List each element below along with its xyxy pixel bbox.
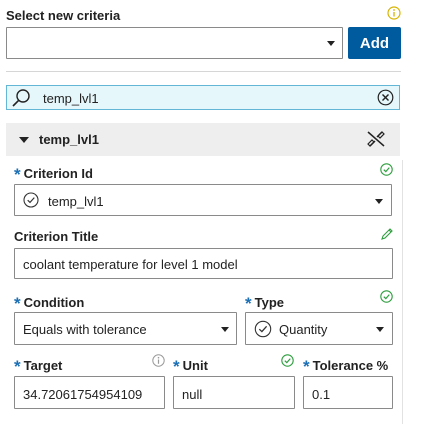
required-asterisk: *: [14, 294, 21, 313]
condition-select[interactable]: Equals with tolerance: [14, 312, 237, 345]
criterion-id-select[interactable]: temp_lvl1: [14, 184, 392, 216]
tolerance-value: 0.1: [312, 387, 331, 402]
divider: [6, 71, 401, 72]
criterion-id-value: temp_lvl1: [48, 194, 104, 209]
triangle-down-icon[interactable]: [19, 137, 29, 143]
chevron-down-icon: [327, 41, 335, 46]
disconnect-icon[interactable]: [366, 130, 386, 148]
section-title: temp_lvl1: [39, 132, 99, 147]
required-asterisk: *: [245, 294, 252, 313]
chevron-down-icon: [221, 327, 229, 332]
unit-value: null: [182, 387, 203, 402]
type-label: * Type: [245, 294, 285, 313]
pencil-icon[interactable]: [380, 227, 394, 241]
condition-label: * Condition: [14, 294, 85, 313]
criterion-title-value: coolant temperature for level 1 model: [23, 257, 238, 272]
tolerance-label: * Tolerance %: [303, 357, 389, 376]
unit-input[interactable]: null: [173, 376, 295, 409]
condition-value: Equals with tolerance: [23, 322, 147, 337]
check-circle-icon: [254, 320, 272, 338]
scrollbar-track[interactable]: [402, 160, 403, 424]
search-icon: [12, 89, 30, 107]
add-button[interactable]: Add: [348, 27, 401, 59]
criterion-title-input[interactable]: coolant temperature for level 1 model: [14, 248, 393, 279]
required-asterisk: *: [14, 165, 21, 184]
criteria-select[interactable]: [6, 27, 343, 59]
check-circle-icon: [380, 290, 393, 303]
check-circle-icon: [380, 163, 393, 176]
criterion-title-label: Criterion Title: [14, 229, 99, 244]
tolerance-input[interactable]: 0.1: [303, 376, 393, 409]
info-icon[interactable]: [152, 354, 165, 367]
type-value: Quantity: [279, 322, 328, 337]
unit-label: * Unit: [173, 357, 208, 376]
clear-circle-icon[interactable]: [377, 89, 394, 106]
required-asterisk: *: [173, 357, 180, 376]
search-bar[interactable]: temp_lvl1: [6, 85, 400, 110]
type-select[interactable]: Quantity: [245, 312, 393, 345]
chevron-down-icon: [376, 327, 384, 332]
required-asterisk: *: [303, 357, 310, 376]
target-label: * Target: [14, 357, 63, 376]
check-circle-icon: [23, 192, 39, 208]
target-value: 34.72061754954109: [23, 387, 143, 402]
section-header[interactable]: temp_lvl1: [6, 123, 400, 156]
target-input[interactable]: 34.72061754954109: [14, 376, 165, 409]
chevron-down-icon: [375, 199, 383, 204]
select-criteria-label: Select new criteria: [6, 8, 121, 23]
search-input[interactable]: temp_lvl1: [43, 91, 99, 106]
criterion-id-label: * Criterion Id: [14, 165, 93, 184]
required-asterisk: *: [14, 357, 21, 376]
info-icon[interactable]: [387, 6, 401, 20]
check-circle-icon: [281, 354, 294, 367]
